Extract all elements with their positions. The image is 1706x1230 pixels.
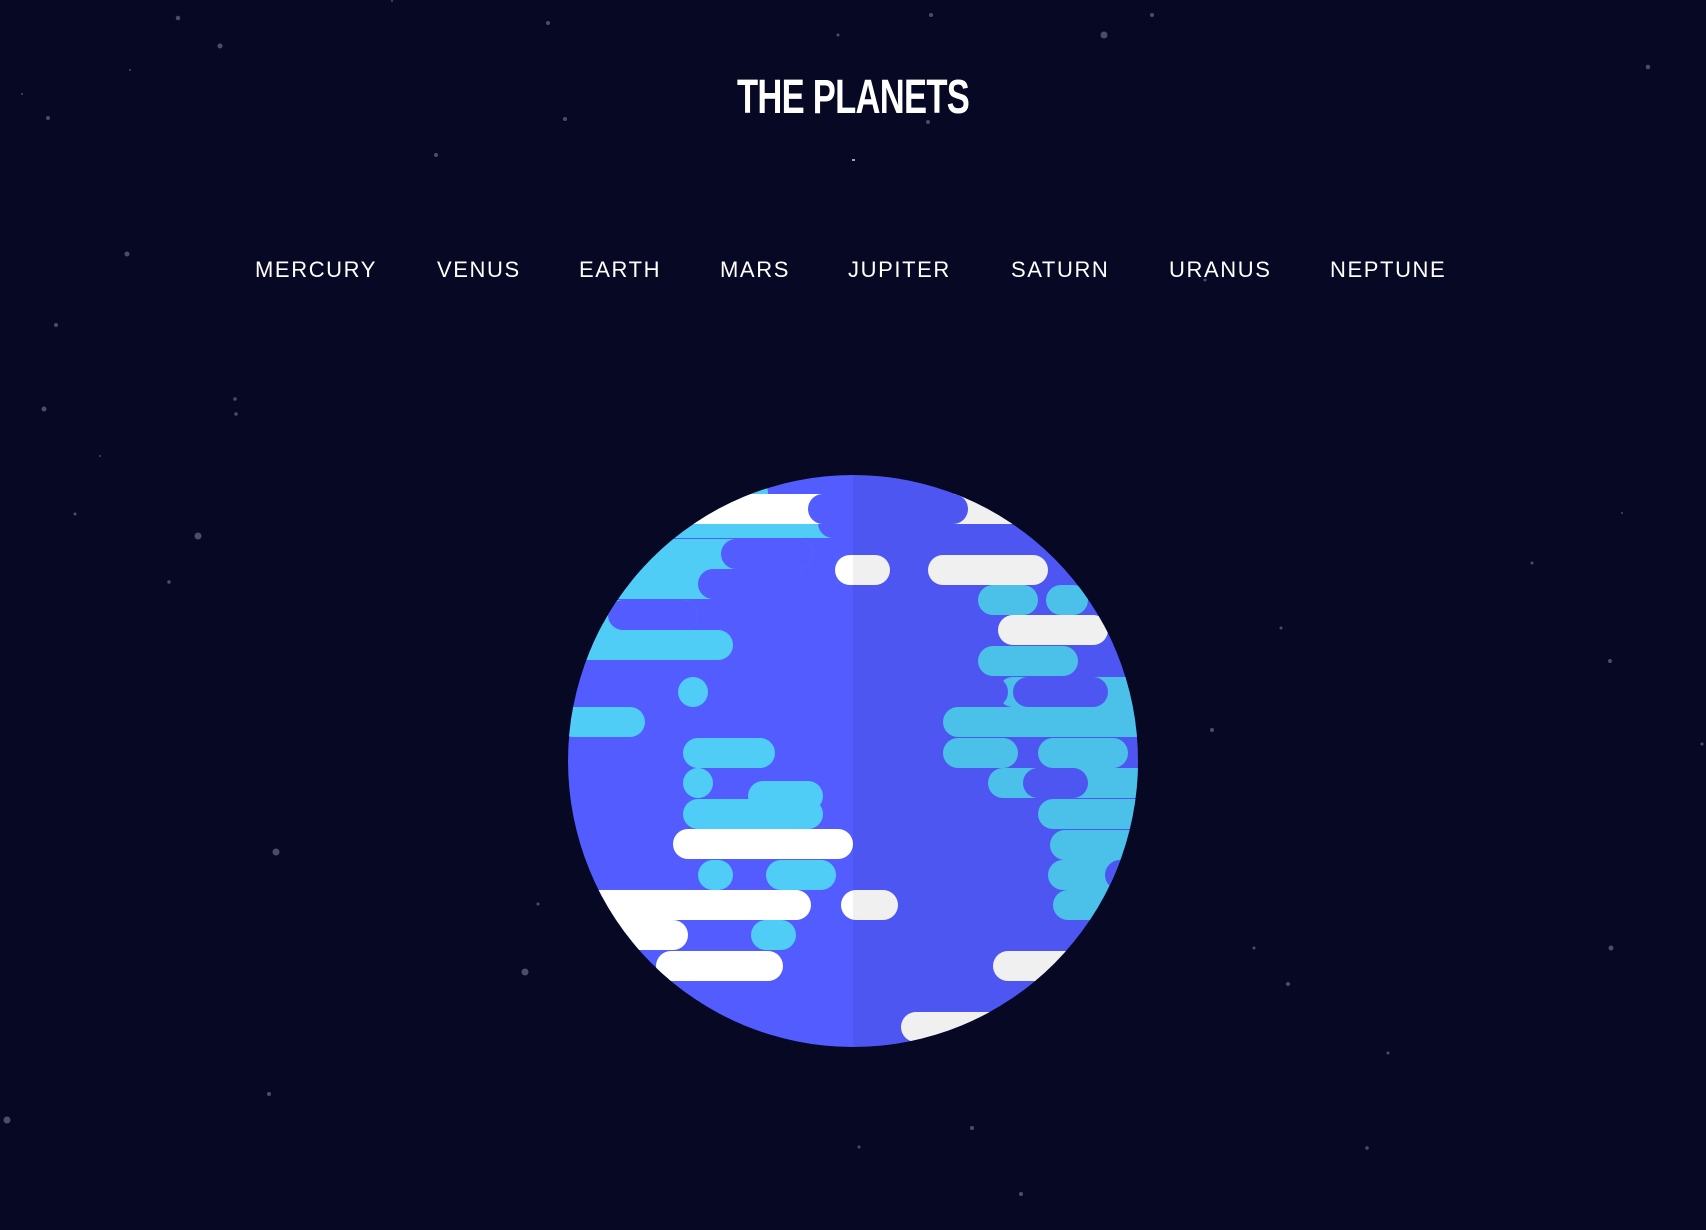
planet-cloud-strip (673, 829, 853, 859)
planet-nav: MERCURY VENUS EARTH MARS JUPITER SATURN … (0, 255, 1706, 285)
planet-ocean-cutout (721, 539, 813, 569)
star-dot (1700, 742, 1704, 746)
planet-land-strip (678, 677, 708, 707)
planet-land-strip (698, 860, 733, 890)
star-dot (194, 532, 202, 540)
planet-cloud-strip (673, 494, 808, 524)
planet-land-strip (683, 738, 775, 768)
star-dot (54, 323, 58, 327)
nav-item-mercury[interactable]: MERCURY (255, 255, 377, 285)
nav-item-venus[interactable]: VENUS (437, 255, 521, 285)
star-dot (99, 455, 101, 457)
planet-land-strip (751, 920, 796, 950)
star-dot (1645, 64, 1651, 70)
star-dot (1150, 13, 1154, 17)
planet-land-strip (568, 707, 645, 737)
star-dot (73, 512, 77, 516)
planet-ocean-cutout (608, 600, 698, 630)
star-dot (272, 848, 280, 856)
planet-land-strip (683, 768, 713, 798)
star-dot (175, 15, 181, 21)
planet-cloud-strip (568, 920, 688, 950)
star-dot (1621, 512, 1623, 514)
star-dot (217, 43, 223, 49)
earth-planet-illustration[interactable] (568, 475, 1138, 1047)
star-dot (129, 69, 131, 71)
decorative-mark (852, 159, 855, 161)
planet-land-strip (766, 860, 836, 890)
star-dot (1365, 1146, 1369, 1150)
star-dot (1210, 728, 1214, 732)
star-dot (234, 412, 238, 416)
star-dot (434, 153, 438, 157)
star-dot (167, 580, 171, 584)
star-dot (1286, 982, 1290, 986)
star-dot (836, 33, 840, 37)
star-dot (929, 13, 933, 17)
star-dot (21, 93, 23, 95)
star-dot (857, 1145, 861, 1149)
planet-cloud-strip (656, 951, 783, 981)
nav-item-jupiter[interactable]: JUPITER (848, 255, 951, 285)
star-dot (391, 0, 393, 2)
star-dot (970, 1126, 974, 1130)
nav-item-neptune[interactable]: NEPTUNE (1330, 255, 1446, 285)
planet-cloud-strip (568, 890, 811, 920)
nav-item-saturn[interactable]: SATURN (1011, 255, 1109, 285)
star-dot (1608, 945, 1614, 951)
star-dot (41, 406, 47, 412)
star-dot (1530, 561, 1534, 565)
star-dot (1100, 31, 1108, 39)
planet-shadow (853, 475, 1138, 1047)
page-title: THE PLANETS (736, 71, 970, 124)
star-dot (1019, 1192, 1023, 1196)
nav-item-uranus[interactable]: URANUS (1169, 255, 1272, 285)
star-dot (546, 21, 550, 25)
nav-item-earth[interactable]: EARTH (579, 255, 661, 285)
star-dot (1608, 659, 1612, 663)
star-dot (46, 116, 50, 120)
planet-land-strip (748, 781, 823, 811)
star-dot (233, 397, 237, 401)
star-dot (3, 1116, 11, 1124)
star-dot (536, 902, 540, 906)
star-dot (267, 1092, 271, 1096)
star-dot (521, 968, 529, 976)
nav-item-mars[interactable]: MARS (720, 255, 790, 285)
star-dot (1279, 626, 1283, 630)
star-dot (1252, 946, 1256, 950)
star-dot (1386, 1051, 1390, 1055)
planet-ocean-cutout (698, 569, 828, 599)
